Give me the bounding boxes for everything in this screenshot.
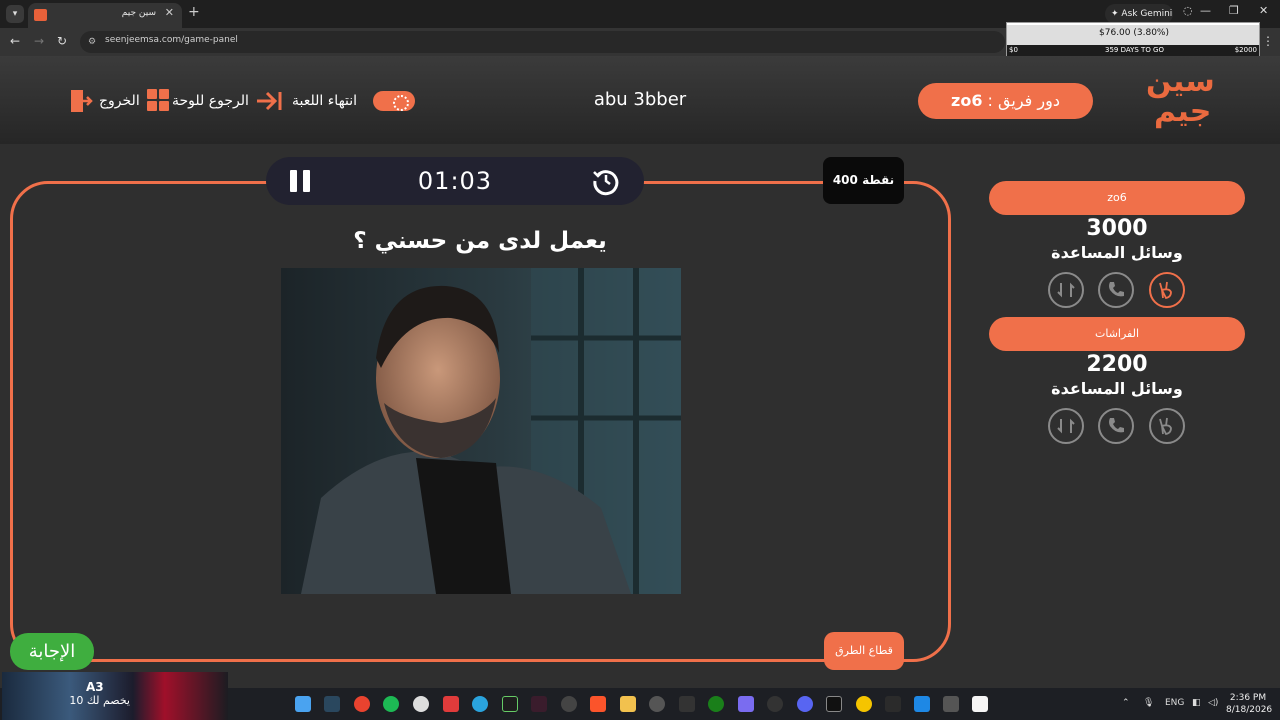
back-to-board-button[interactable]: الرجوع للوحة xyxy=(172,89,283,113)
url-text: seenjeemsa.com/game-panel xyxy=(105,35,238,45)
language-indicator[interactable]: ENG xyxy=(1165,698,1184,708)
tab-search-button[interactable]: ▾ xyxy=(6,5,24,23)
folder-icon[interactable] xyxy=(620,696,636,712)
turn-team: zo6 xyxy=(951,91,983,110)
logo-bottom: جيم xyxy=(1154,94,1212,129)
tab-close-icon[interactable]: ✕ xyxy=(165,6,174,19)
tray-chevron-icon[interactable]: ⌃ xyxy=(1122,698,1130,708)
app-icon[interactable] xyxy=(738,696,754,712)
team-score: 3000 xyxy=(1086,216,1148,241)
maximize-button[interactable]: ❐ xyxy=(1229,4,1239,17)
question-text: يعمل لدى من حسني ؟ xyxy=(353,228,607,254)
back-icon[interactable]: ← xyxy=(10,34,20,48)
ticker-strip: $0 359 DAYS TO GO $2000 xyxy=(1007,45,1259,56)
app-icon[interactable] xyxy=(826,696,842,712)
site-info-icon[interactable]: ⚙ xyxy=(88,37,96,47)
clock-date: 8/18/2026 xyxy=(1226,705,1273,715)
app-icon[interactable] xyxy=(443,696,459,712)
exit-button[interactable]: الخروج xyxy=(69,89,140,113)
windows-taskbar: A3 يخصم لك 10 ⌃ 🎙 ENG ◧ ◁) 2:36 PM 8/18/… xyxy=(0,672,1280,720)
telegram-icon[interactable] xyxy=(472,696,488,712)
team-turn-indicator: دور فريق : zo6 xyxy=(918,83,1093,119)
new-tab-button[interactable]: + xyxy=(188,4,200,20)
app-icon[interactable] xyxy=(914,696,930,712)
start-icon[interactable] xyxy=(295,696,311,712)
site-logo[interactable]: سين جيم xyxy=(1142,64,1215,136)
clock-time: 2:36 PM xyxy=(1229,693,1267,703)
network-icon[interactable]: ◧ xyxy=(1192,698,1201,708)
team-name-pill: الفراشات xyxy=(989,317,1245,351)
app-icon[interactable] xyxy=(561,696,577,712)
board-grid-icon[interactable] xyxy=(147,89,169,111)
reset-timer-icon[interactable] xyxy=(591,166,621,196)
steam-icon[interactable] xyxy=(324,696,340,712)
game-header: سين جيم دور فريق : zo6 abu 3bber انتهاء … xyxy=(0,56,1280,144)
brave-icon[interactable] xyxy=(590,696,606,712)
xbox-icon[interactable] xyxy=(708,696,724,712)
tab-title: سين جيم xyxy=(121,8,156,18)
ticker-left: $0 xyxy=(1009,46,1018,54)
widget-title: A3 xyxy=(86,680,104,694)
ask-gemini-button[interactable]: ✦ Ask Gemini xyxy=(1105,4,1173,24)
app-icon[interactable] xyxy=(531,696,547,712)
app-icon[interactable] xyxy=(972,696,988,712)
answer-button[interactable]: الإجابة xyxy=(10,633,94,670)
close-window-button[interactable]: ✕ xyxy=(1259,4,1268,17)
help-label: وسائل المساعدة xyxy=(1051,379,1183,398)
app-icon[interactable] xyxy=(943,696,959,712)
ticker-value: $76.00 (3.80%) xyxy=(1099,28,1169,38)
spotify-icon[interactable] xyxy=(383,696,399,712)
browser-menu-icon[interactable]: ⋮ xyxy=(1262,34,1274,48)
app-icon[interactable] xyxy=(885,696,901,712)
steelseries-icon[interactable] xyxy=(413,696,429,712)
two-answers-aid-icon[interactable] xyxy=(1149,272,1185,308)
chrome-icon[interactable] xyxy=(354,696,370,712)
team-score: 2200 xyxy=(1086,352,1148,377)
app-icon[interactable] xyxy=(767,696,783,712)
widget-subtitle: يخصم لك 10 xyxy=(69,694,130,707)
swap-aid-icon[interactable] xyxy=(1048,408,1084,444)
forward-icon[interactable]: → xyxy=(34,34,44,48)
exit-label: الخروج xyxy=(99,93,140,109)
back-to-board-label: الرجوع للوحة xyxy=(172,93,249,109)
turn-label: دور فريق : xyxy=(987,91,1060,110)
profile-icon[interactable]: ◌ xyxy=(1183,4,1193,17)
phone-aid-icon[interactable] xyxy=(1098,408,1134,444)
phone-aid-icon[interactable] xyxy=(1098,272,1134,308)
app-icon[interactable] xyxy=(679,696,695,712)
url-field[interactable]: ⚙ seenjeemsa.com/game-panel xyxy=(80,31,1005,53)
goal-ticker: $76.00 (3.80%) $0 359 DAYS TO GO $2000 xyxy=(1006,22,1260,56)
team-name-pill: zo6 xyxy=(989,181,1245,215)
timer-bar: 01:03 xyxy=(266,157,644,205)
app-icon[interactable] xyxy=(502,696,518,712)
arrow-right-icon xyxy=(255,89,283,113)
discord-icon[interactable] xyxy=(797,696,813,712)
road-block-button[interactable]: قطاع الطرق xyxy=(824,632,904,670)
two-answers-aid-icon[interactable] xyxy=(1149,408,1185,444)
reload-icon[interactable]: ↻ xyxy=(57,34,67,48)
end-game-label: انتهاء اللعبة xyxy=(292,93,358,109)
ask-gemini-label: Ask Gemini xyxy=(1121,9,1173,19)
points-badge: 400 نقطة xyxy=(823,157,904,204)
game-name: abu 3bber xyxy=(593,89,687,110)
swap-aid-icon[interactable] xyxy=(1048,272,1084,308)
volume-icon[interactable]: ◁) xyxy=(1208,698,1218,708)
minimize-button[interactable]: — xyxy=(1200,4,1211,17)
browser-tab[interactable]: سين جيم ✕ xyxy=(28,3,182,28)
timer-display: 01:03 xyxy=(417,167,493,195)
end-game-toggle[interactable] xyxy=(373,91,416,111)
help-label: وسائل المساعدة xyxy=(1051,243,1183,262)
system-clock[interactable]: 2:36 PM 8/18/2026 xyxy=(1226,692,1273,716)
question-image xyxy=(281,268,681,594)
ticker-right: $2000 xyxy=(1234,46,1257,54)
mic-icon[interactable]: 🎙 xyxy=(1143,698,1154,708)
end-game-control[interactable]: انتهاء اللعبة xyxy=(292,89,416,113)
obs-icon[interactable] xyxy=(649,696,665,712)
ticker-middle: 359 DAYS TO GO xyxy=(1105,46,1164,54)
site-favicon-icon xyxy=(34,9,47,21)
app-icon[interactable] xyxy=(856,696,872,712)
news-widget[interactable]: A3 يخصم لك 10 xyxy=(2,672,228,720)
exit-door-icon xyxy=(69,89,93,113)
